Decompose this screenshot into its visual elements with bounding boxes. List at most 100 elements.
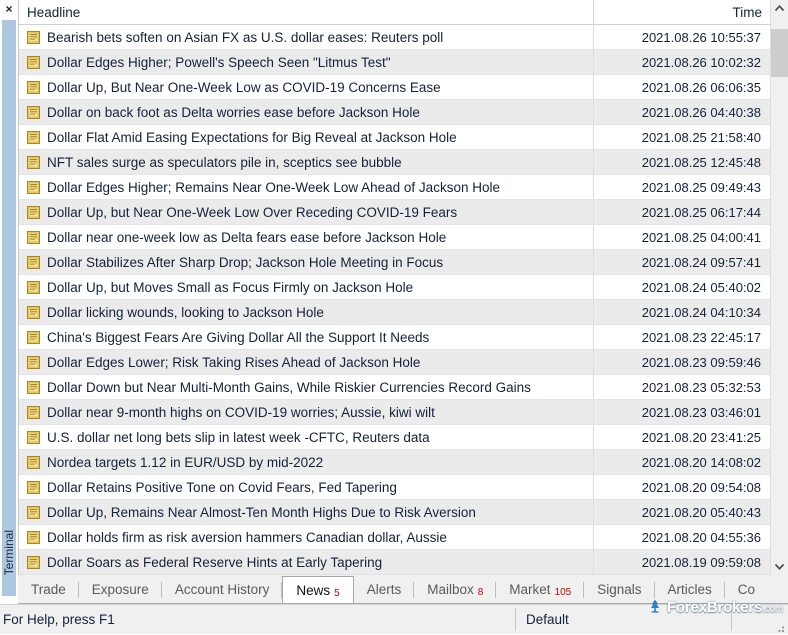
news-row[interactable]: Dollar Edges Lower; Risk Taking Rises Ah… xyxy=(19,350,770,375)
news-document-icon xyxy=(27,131,40,144)
news-headline-cell: Dollar Up, but Near One-Week Low Over Re… xyxy=(19,200,594,224)
tab-label: News xyxy=(296,577,330,604)
news-row[interactable]: Dollar on back foot as Delta worries eas… xyxy=(19,100,770,125)
news-row[interactable]: Nordea targets 1.12 in EUR/USD by mid-20… xyxy=(19,450,770,475)
terminal-upper-region: × Terminal Headline Time Bearish bets so… xyxy=(0,0,788,575)
news-headline-cell: Dollar Retains Positive Tone on Covid Fe… xyxy=(19,475,594,499)
news-row[interactable]: China's Biggest Fears Are Giving Dollar … xyxy=(19,325,770,350)
news-headline-cell: Dollar Soars as Federal Reserve Hints at… xyxy=(19,550,594,574)
tab-trade[interactable]: Trade xyxy=(18,577,79,603)
news-row[interactable]: Dollar Edges Higher; Remains Near One-We… xyxy=(19,175,770,200)
news-headline-cell: Dollar Up, But Near One-Week Low as COVI… xyxy=(19,75,594,99)
news-time-cell: 2021.08.23 05:32:53 xyxy=(594,375,770,399)
news-row[interactable]: Dollar holds firm as risk aversion hamme… xyxy=(19,525,770,550)
news-row[interactable]: Dollar Flat Amid Easing Expectations for… xyxy=(19,125,770,150)
news-row[interactable]: Dollar Soars as Federal Reserve Hints at… xyxy=(19,550,770,575)
news-row[interactable]: Bearish bets soften on Asian FX as U.S. … xyxy=(19,25,770,50)
tab-account-history[interactable]: Account History xyxy=(162,577,283,603)
tab-articles[interactable]: Articles xyxy=(655,577,725,603)
resize-grip-icon[interactable] xyxy=(732,604,788,635)
news-headline-text: Dollar Edges Higher; Powell's Speech See… xyxy=(47,55,391,70)
status-bar: For Help, press F1 Default xyxy=(0,604,788,634)
news-row[interactable]: Dollar near 9-month highs on COVID-19 wo… xyxy=(19,400,770,425)
news-headline-text: U.S. dollar net long bets slip in latest… xyxy=(47,430,430,445)
scrollbar-thumb[interactable] xyxy=(771,29,788,77)
news-document-icon xyxy=(27,156,40,169)
news-document-icon xyxy=(27,356,40,369)
tab-label: Account History xyxy=(175,577,270,603)
tabbar-left-rail xyxy=(0,575,18,604)
news-time-cell: 2021.08.20 23:41:25 xyxy=(594,425,770,449)
news-document-icon xyxy=(27,256,40,269)
news-panel: Headline Time Bearish bets soften on Asi… xyxy=(18,0,770,575)
tab-alerts[interactable]: Alerts xyxy=(354,577,415,603)
news-headline-text: Dollar Down but Near Multi-Month Gains, … xyxy=(47,380,531,395)
terminal-window: × Terminal Headline Time Bearish bets so… xyxy=(0,0,788,627)
news-row[interactable]: Dollar Down but Near Multi-Month Gains, … xyxy=(19,375,770,400)
news-document-icon xyxy=(27,456,40,469)
news-row[interactable]: Dollar Up, Remains Near Almost-Ten Month… xyxy=(19,500,770,525)
tab-mailbox[interactable]: Mailbox8 xyxy=(414,577,496,603)
tab-label: Articles xyxy=(668,577,712,603)
news-document-icon xyxy=(27,331,40,344)
news-row[interactable]: Dollar Retains Positive Tone on Covid Fe… xyxy=(19,475,770,500)
news-document-icon xyxy=(27,506,40,519)
news-row[interactable]: Dollar Up, but Near One-Week Low Over Re… xyxy=(19,200,770,225)
news-headline-text: Dollar Up, but Near One-Week Low Over Re… xyxy=(47,205,457,220)
tab-exposure[interactable]: Exposure xyxy=(79,577,162,603)
news-time-cell: 2021.08.20 04:55:36 xyxy=(594,525,770,549)
news-row[interactable]: Dollar Edges Higher; Powell's Speech See… xyxy=(19,50,770,75)
news-headline-text: Dollar on back foot as Delta worries eas… xyxy=(47,105,420,120)
news-time-cell: 2021.08.26 06:06:35 xyxy=(594,75,770,99)
news-time-cell: 2021.08.23 09:59:46 xyxy=(594,350,770,374)
news-time-cell: 2021.08.26 10:55:37 xyxy=(594,25,770,49)
news-document-icon xyxy=(27,531,40,544)
chevron-down-icon[interactable] xyxy=(771,558,788,575)
news-row[interactable]: Dollar licking wounds, looking to Jackso… xyxy=(19,300,770,325)
news-row[interactable]: NFT sales surge as speculators pile in, … xyxy=(19,150,770,175)
news-row[interactable]: Dollar near one-week low as Delta fears … xyxy=(19,225,770,250)
tab-label: Signals xyxy=(597,577,641,603)
news-time-cell: 2021.08.20 14:08:02 xyxy=(594,450,770,474)
news-headline-cell: NFT sales surge as speculators pile in, … xyxy=(19,150,594,174)
news-document-icon xyxy=(27,431,40,444)
news-time-cell: 2021.08.20 09:54:08 xyxy=(594,475,770,499)
news-headline-text: Nordea targets 1.12 in EUR/USD by mid-20… xyxy=(47,455,323,470)
tab-market[interactable]: Market105 xyxy=(496,577,584,603)
tab-co[interactable]: Co xyxy=(725,577,768,603)
news-headline-text: Dollar Stabilizes After Sharp Drop; Jack… xyxy=(47,255,443,270)
terminal-tabs: TradeExposureAccount HistoryNews5AlertsM… xyxy=(18,575,788,604)
news-row[interactable]: U.S. dollar net long bets slip in latest… xyxy=(19,425,770,450)
news-document-icon xyxy=(27,56,40,69)
news-row[interactable]: Dollar Stabilizes After Sharp Drop; Jack… xyxy=(19,250,770,275)
news-time-cell: 2021.08.25 12:45:48 xyxy=(594,150,770,174)
news-headline-cell: Dollar Down but Near Multi-Month Gains, … xyxy=(19,375,594,399)
news-row[interactable]: Dollar Up, but Moves Small as Focus Firm… xyxy=(19,275,770,300)
news-time-cell: 2021.08.23 22:45:17 xyxy=(594,325,770,349)
news-headline-cell: Nordea targets 1.12 in EUR/USD by mid-20… xyxy=(19,450,594,474)
close-icon[interactable]: × xyxy=(0,0,18,18)
news-headline-text: Dollar holds firm as risk aversion hamme… xyxy=(47,530,447,545)
status-help-text: For Help, press F1 xyxy=(0,612,515,627)
column-header-headline[interactable]: Headline xyxy=(19,0,594,24)
news-document-icon xyxy=(27,406,40,419)
scrollbar-track[interactable] xyxy=(771,17,788,558)
news-row[interactable]: Dollar Up, But Near One-Week Low as COVI… xyxy=(19,75,770,100)
news-time-cell: 2021.08.26 04:40:38 xyxy=(594,100,770,124)
tab-label: Co xyxy=(738,577,755,603)
tab-label: Mailbox xyxy=(427,577,474,603)
news-headline-cell: Dollar Up, Remains Near Almost-Ten Month… xyxy=(19,500,594,524)
news-vertical-scrollbar[interactable] xyxy=(770,0,788,575)
news-document-icon xyxy=(27,306,40,319)
news-headline-cell: Dollar licking wounds, looking to Jackso… xyxy=(19,300,594,324)
tab-signals[interactable]: Signals xyxy=(584,577,654,603)
news-time-cell: 2021.08.26 10:02:32 xyxy=(594,50,770,74)
chevron-up-icon[interactable] xyxy=(771,0,788,17)
column-header-time[interactable]: Time xyxy=(594,0,770,24)
news-time-cell: 2021.08.25 21:58:40 xyxy=(594,125,770,149)
news-headline-cell: China's Biggest Fears Are Giving Dollar … xyxy=(19,325,594,349)
tab-news[interactable]: News5 xyxy=(282,576,353,604)
news-headline-cell: Dollar Up, but Moves Small as Focus Firm… xyxy=(19,275,594,299)
tab-badge: 8 xyxy=(478,580,484,604)
terminal-rail-strip[interactable]: Terminal xyxy=(2,20,16,575)
